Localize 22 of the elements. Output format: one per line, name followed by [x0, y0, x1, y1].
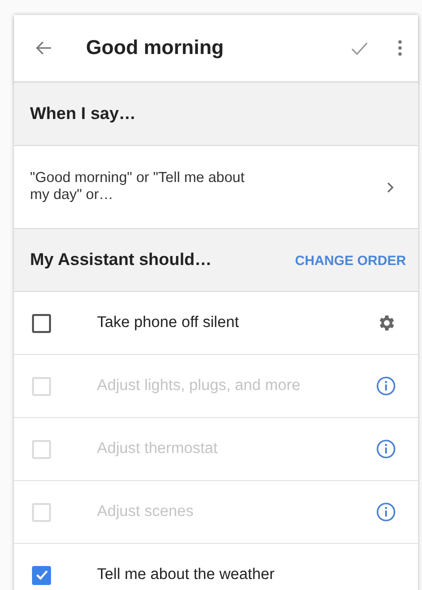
action-label: Tell me about the weather — [97, 566, 276, 584]
info-icon[interactable] — [376, 502, 396, 522]
info-icon[interactable] — [376, 439, 396, 459]
checkbox[interactable] — [32, 566, 51, 584]
checkmark-icon — [36, 570, 48, 580]
back-icon[interactable] — [36, 41, 52, 55]
info-icon[interactable] — [376, 376, 396, 396]
section-title: My Assistant should… — [30, 250, 212, 270]
action-label: Take phone off silent — [97, 314, 240, 332]
action-row[interactable]: Tell me about the weather — [14, 544, 418, 590]
change-order-button[interactable]: CHANGE ORDER — [294, 248, 406, 272]
action-label: Adjust scenes — [97, 503, 194, 521]
section-title: When I say… — [30, 104, 136, 124]
toolbar-title: Good morning — [86, 36, 225, 60]
checkbox[interactable] — [32, 314, 51, 332]
action-label: Adjust thermostat — [97, 440, 219, 458]
trigger-phrase: "Good morning" or "Tell me about my day" or… — [30, 170, 246, 204]
more-options-icon[interactable] — [398, 40, 402, 56]
checkmark-icon[interactable] — [351, 42, 368, 54]
action-label: Adjust lights, plugs, and more — [97, 377, 302, 395]
chevron-right-icon — [387, 182, 394, 192]
action-row[interactable]: Take phone off silent — [14, 292, 418, 355]
